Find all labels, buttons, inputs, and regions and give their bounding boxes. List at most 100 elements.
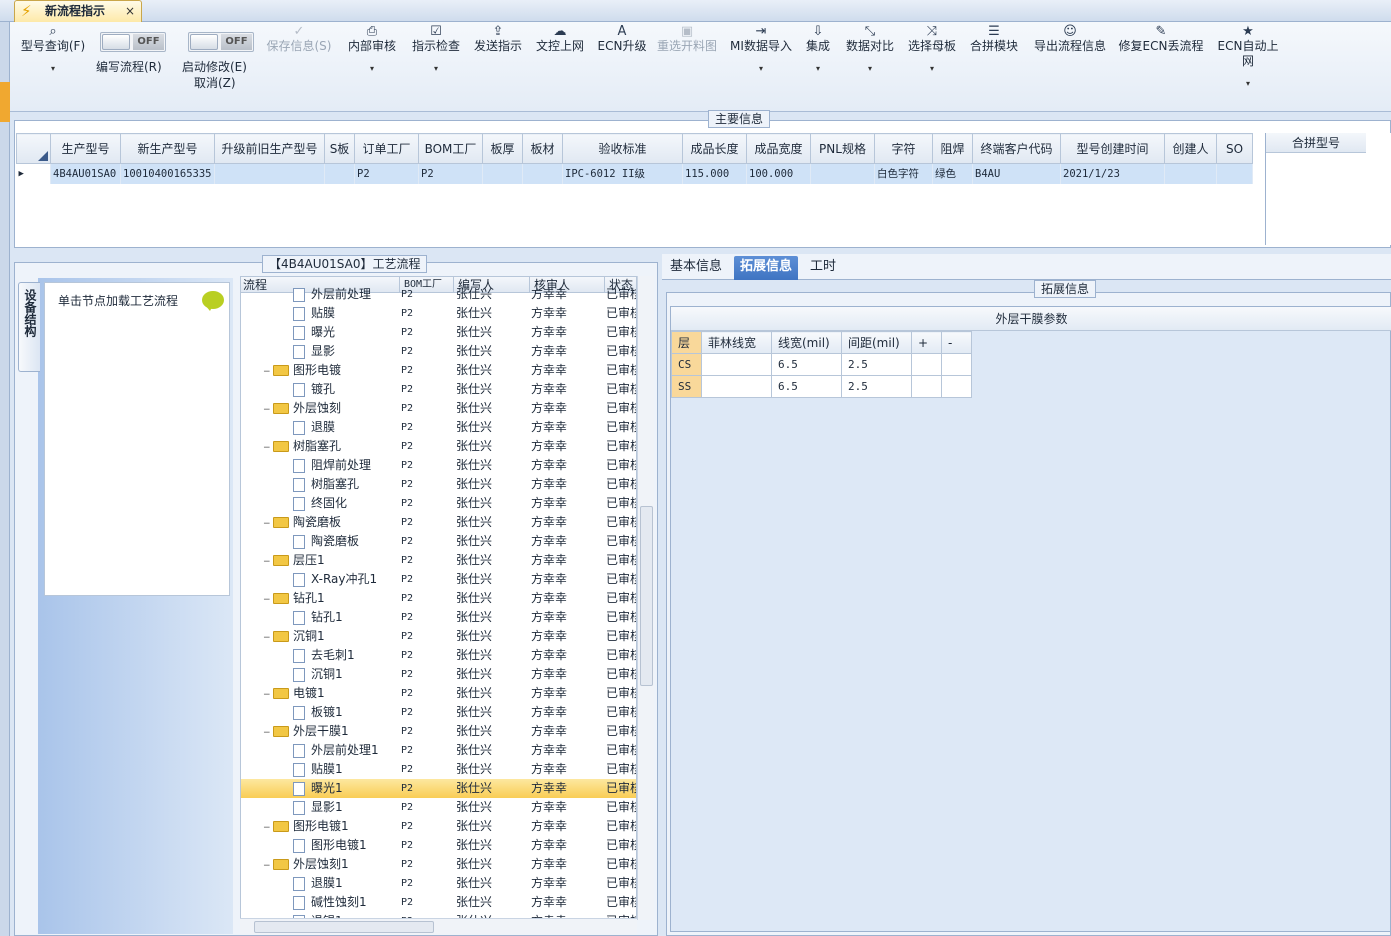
table-cell[interactable]: 2021/1/23 bbox=[1060, 163, 1165, 184]
column-header[interactable]: 生产型号 bbox=[50, 133, 121, 164]
tree-row[interactable]: 钻孔1 P2 张仕兴 方幸幸 已审核 bbox=[241, 608, 636, 627]
collapse-icon[interactable]: − bbox=[263, 363, 271, 380]
tree-row[interactable]: − 沉铜1 P2 张仕兴 方幸幸 已审核 bbox=[241, 627, 636, 646]
tree-row[interactable]: − 钻孔1 P2 张仕兴 方幸幸 已审核 bbox=[241, 589, 636, 608]
table-cell[interactable]: B4AU bbox=[972, 163, 1061, 184]
tree-row[interactable]: 退膜 P2 张仕兴 方幸幸 已审核 bbox=[241, 418, 636, 437]
tree-row[interactable]: 终固化 P2 张仕兴 方幸幸 已审核 bbox=[241, 494, 636, 513]
dropdown-arrow-icon[interactable]: ▾ bbox=[904, 61, 960, 76]
param-cell[interactable]: SS bbox=[671, 375, 702, 398]
param-cell[interactable] bbox=[701, 375, 772, 398]
tree-row[interactable]: 显影 P2 张仕兴 方幸幸 已审核 bbox=[241, 342, 636, 361]
tree-row[interactable]: 图形电镀1 P2 张仕兴 方幸幸 已审核 bbox=[241, 836, 636, 855]
tree-row[interactable]: 镀孔 P2 张仕兴 方幸幸 已审核 bbox=[241, 380, 636, 399]
column-header[interactable]: 验收标准 bbox=[562, 133, 683, 164]
tree-horizontal-scrollbar[interactable] bbox=[240, 918, 637, 935]
tree-row[interactable]: − 图形电镀1 P2 张仕兴 方幸幸 已审核 bbox=[241, 817, 636, 836]
column-header[interactable]: 成品宽度 bbox=[746, 133, 811, 164]
column-header[interactable]: 型号创建时间 bbox=[1060, 133, 1165, 164]
column-header[interactable]: 成品长度 bbox=[682, 133, 747, 164]
collapse-icon[interactable]: − bbox=[263, 515, 271, 532]
ecn-auto-upload-button[interactable]: ★ ECN自动上网 ▾ bbox=[1212, 24, 1284, 91]
collapse-icon[interactable]: − bbox=[263, 819, 271, 836]
param-cell[interactable] bbox=[701, 353, 772, 376]
tab-work-hours[interactable]: 工时 bbox=[804, 256, 842, 280]
tree-row[interactable]: − 外层蚀刻 P2 张仕兴 方幸幸 已审核 bbox=[241, 399, 636, 418]
param-row[interactable]: CS 6.5 2.5 bbox=[671, 353, 972, 376]
table-cell[interactable]: 115.000 bbox=[682, 163, 747, 184]
edit-flow-toggle[interactable]: OFF bbox=[100, 32, 166, 52]
param-cell[interactable]: 2.5 bbox=[841, 353, 912, 376]
collapse-icon[interactable]: − bbox=[263, 591, 271, 608]
internal-review-button[interactable]: ⎙ 内部审核 ▾ bbox=[344, 24, 400, 76]
dropdown-arrow-icon[interactable]: ▾ bbox=[1212, 76, 1284, 91]
tree-row[interactable]: 曝光1 P2 张仕兴 方幸幸 已审核 bbox=[241, 779, 636, 798]
column-header[interactable]: 订单工厂 bbox=[354, 133, 419, 164]
table-cell[interactable]: 100.000 bbox=[746, 163, 811, 184]
column-header[interactable]: 板厚 bbox=[482, 133, 523, 164]
dropdown-arrow-icon[interactable]: ▾ bbox=[344, 61, 400, 76]
column-header[interactable]: PNL规格 bbox=[810, 133, 875, 164]
cancel-button[interactable]: 取消(Z) bbox=[194, 76, 236, 91]
model-query-button[interactable]: ⌕ 型号查询(F) ▾ bbox=[18, 24, 88, 76]
close-icon[interactable]: × bbox=[125, 1, 135, 21]
tree-row[interactable]: 碱性蚀刻1 P2 张仕兴 方幸幸 已审核 bbox=[241, 893, 636, 912]
param-cell[interactable] bbox=[941, 353, 972, 376]
tree-row[interactable]: 阻焊前处理 P2 张仕兴 方幸幸 已审核 bbox=[241, 456, 636, 475]
tree-row[interactable]: − 层压1 P2 张仕兴 方幸幸 已审核 bbox=[241, 551, 636, 570]
tree-row[interactable]: − 陶瓷磨板 P2 张仕兴 方幸幸 已审核 bbox=[241, 513, 636, 532]
param-cell[interactable]: 6.5 bbox=[771, 353, 842, 376]
table-cell[interactable]: 10010400165335 bbox=[120, 163, 215, 184]
column-header[interactable]: 板材 bbox=[522, 133, 563, 164]
tree-row[interactable]: 沉铜1 P2 张仕兴 方幸幸 已审核 bbox=[241, 665, 636, 684]
reselect-cut-button[interactable]: ▣ 重选开料图 bbox=[654, 24, 720, 54]
param-cell[interactable] bbox=[911, 375, 942, 398]
table-cell[interactable] bbox=[1164, 163, 1217, 184]
tree-row[interactable]: 贴膜 P2 张仕兴 方幸幸 已审核 bbox=[241, 304, 636, 323]
dropdown-arrow-icon[interactable]: ▾ bbox=[726, 61, 796, 76]
tree-row[interactable]: 外层前处理 P2 张仕兴 方幸幸 已审核 bbox=[241, 285, 636, 304]
column-header[interactable]: 升级前旧生产型号 bbox=[214, 133, 325, 164]
select-mother-board-button[interactable]: ⤨ 选择母板 ▾ bbox=[904, 24, 960, 76]
column-header[interactable]: 阻焊 bbox=[932, 133, 973, 164]
table-cell[interactable]: P2 bbox=[418, 163, 483, 184]
table-cell[interactable]: IPC-6012 II级 bbox=[562, 163, 683, 184]
tree-row[interactable]: − 外层蚀刻1 P2 张仕兴 方幸幸 已审核 bbox=[241, 855, 636, 874]
tree-row[interactable]: 曝光 P2 张仕兴 方幸幸 已审核 bbox=[241, 323, 636, 342]
tab-extended-info[interactable]: 拓展信息 bbox=[734, 256, 799, 280]
tree-vertical-scrollbar[interactable] bbox=[637, 276, 654, 920]
table-cell[interactable]: 白色字符 bbox=[874, 163, 933, 184]
param-cell[interactable]: 6.5 bbox=[771, 375, 842, 398]
column-header[interactable]: S板 bbox=[324, 133, 355, 164]
send-instruction-button[interactable]: ⇪ 发送指示 bbox=[470, 24, 526, 54]
tree-row[interactable]: 外层前处理1 P2 张仕兴 方幸幸 已审核 bbox=[241, 741, 636, 760]
export-flow-button[interactable]: ☺ 导出流程信息 bbox=[1028, 24, 1112, 54]
table-row[interactable]: ▶ 4B4AU01SA0 10010400165335 P2 P2 IPC-6012 I… bbox=[16, 163, 1253, 184]
param-cell[interactable] bbox=[911, 353, 942, 376]
integrate-button[interactable]: ⇩ 集成 ▾ bbox=[802, 24, 834, 76]
combine-module-button[interactable]: ☰ 合拼模块 bbox=[966, 24, 1022, 54]
collapse-icon[interactable]: − bbox=[263, 686, 271, 703]
save-info-button[interactable]: ✓ 保存信息(S) bbox=[264, 24, 334, 54]
mi-import-button[interactable]: ⇥ MI数据导入 ▾ bbox=[726, 24, 796, 76]
table-cell[interactable]: 4B4AU01SA0 bbox=[50, 163, 121, 184]
tree-row[interactable]: 去毛刺1 P2 张仕兴 方幸幸 已审核 bbox=[241, 646, 636, 665]
tree-row[interactable]: 贴膜1 P2 张仕兴 方幸幸 已审核 bbox=[241, 760, 636, 779]
equipment-tree[interactable]: 单击节点加载工艺流程 bbox=[44, 282, 230, 596]
process-tree[interactable]: 流程 BOM工厂 编写人 核审人 状态 外层前处理P2张仕兴方幸幸已审核贴膜P2… bbox=[240, 276, 637, 920]
collapse-icon[interactable]: − bbox=[263, 553, 271, 570]
table-cell[interactable] bbox=[324, 163, 355, 184]
data-compare-button[interactable]: ⤡ 数据对比 ▾ bbox=[842, 24, 898, 76]
collapse-icon[interactable]: − bbox=[263, 857, 271, 874]
table-cell[interactable]: 绿色 bbox=[932, 163, 973, 184]
column-header[interactable]: 创建人 bbox=[1164, 133, 1217, 164]
tree-row[interactable]: 显影1 P2 张仕兴 方幸幸 已审核 bbox=[241, 798, 636, 817]
collapse-icon[interactable]: − bbox=[263, 629, 271, 646]
collapse-icon[interactable]: − bbox=[263, 439, 271, 456]
column-header[interactable]: BOM工厂 bbox=[418, 133, 483, 164]
table-cell[interactable] bbox=[522, 163, 563, 184]
tab-equipment-structure[interactable]: 设备结构 bbox=[18, 282, 40, 372]
table-cell[interactable]: P2 bbox=[354, 163, 419, 184]
instruction-check-button[interactable]: ☑ 指示检查 ▾ bbox=[408, 24, 464, 76]
dropdown-arrow-icon[interactable]: ▾ bbox=[18, 61, 88, 76]
